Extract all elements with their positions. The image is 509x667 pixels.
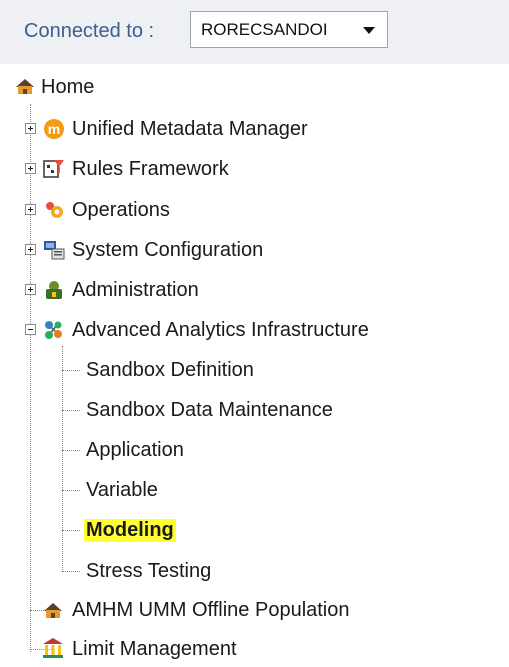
tree-child-sandbox-data-maintenance[interactable]: Sandbox Data Maintenance [62, 392, 482, 428]
collapse-icon[interactable] [25, 324, 36, 335]
connection-bar: Connected to : RORECSANDOI [0, 0, 509, 64]
tree-child-application[interactable]: Application [62, 432, 482, 468]
system-configuration-icon [44, 241, 65, 260]
tree-item-label: Advanced Analytics Infrastructure [72, 319, 369, 341]
tree-child-sandbox-definition[interactable]: Sandbox Definition [62, 352, 482, 388]
analytics-icon [45, 321, 62, 339]
tree-item-advanced-analytics-infrastructure[interactable]: Advanced Analytics Infrastructure [16, 312, 496, 348]
chevron-down-icon[interactable] [363, 27, 375, 34]
tree-item-amhm-umm-offline-population[interactable]: AMHM UMM Offline Population [30, 592, 500, 628]
tree-item-label: Operations [72, 199, 170, 221]
expand-icon[interactable] [25, 163, 36, 174]
tree-child-label: Stress Testing [86, 560, 212, 582]
expand-icon[interactable] [25, 123, 36, 134]
tree-item-limit-management[interactable]: Limit Management [30, 631, 500, 667]
tree-child-modeling[interactable]: Modeling [62, 512, 482, 548]
tree-child-label: Sandbox Data Maintenance [86, 399, 333, 421]
tree-item-unified-metadata-manager[interactable]: m Unified Metadata Manager [16, 111, 496, 147]
tree-item-administration[interactable]: Administration [16, 272, 496, 308]
tree-child-stress-testing[interactable]: Stress Testing [62, 553, 482, 589]
operations-icon [46, 202, 63, 218]
house-icon [16, 79, 34, 94]
tree-home[interactable]: Home [12, 69, 312, 105]
svg-text:m: m [48, 121, 60, 137]
tree-item-system-configuration[interactable]: System Configuration [16, 232, 496, 268]
expand-icon[interactable] [25, 284, 36, 295]
expand-icon[interactable] [25, 204, 36, 215]
tree-child-label: Application [86, 439, 184, 461]
tree-item-label: AMHM UMM Offline Population [72, 599, 350, 621]
tree-item-label: Administration [72, 279, 199, 301]
bank-icon [43, 638, 63, 658]
tree-item-operations[interactable]: Operations [16, 192, 496, 228]
tree-home-label: Home [41, 76, 95, 98]
connection-label: Connected to : [24, 20, 155, 42]
administration-icon [46, 281, 62, 299]
tree-item-label: Unified Metadata Manager [72, 118, 308, 140]
tree-child-variable[interactable]: Variable [62, 472, 482, 508]
rules-framework-icon [43, 160, 64, 178]
expand-icon[interactable] [25, 244, 36, 255]
tree-child-label: Sandbox Definition [86, 359, 254, 381]
tree-item-rules-framework[interactable]: Rules Framework [16, 151, 496, 187]
tree-item-label: System Configuration [72, 239, 264, 261]
house-icon [44, 603, 62, 618]
connection-select[interactable]: RORECSANDOI [190, 11, 388, 48]
connection-value: RORECSANDOI [201, 20, 328, 39]
tree-child-label: Variable [86, 479, 158, 501]
tree-item-label: Rules Framework [72, 158, 229, 180]
metadata-manager-icon: m [44, 119, 64, 139]
tree-child-label-selected: Modeling [84, 519, 176, 542]
tree-item-label: Limit Management [72, 638, 237, 660]
